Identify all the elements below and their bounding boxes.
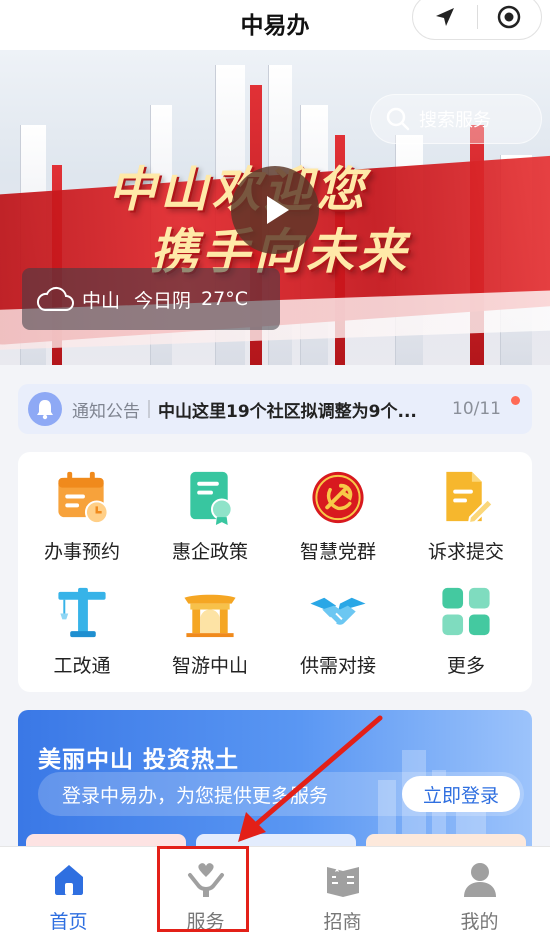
hero-banner[interactable]: 中山欢迎您 携手向未来 搜索服务 中山 今日阴 27°C (0, 50, 550, 365)
pavilion-icon (184, 594, 236, 638)
handshake-icon (310, 597, 366, 625)
notice-date: 10/11 (452, 399, 501, 419)
promo-banner[interactable]: 美丽中山 投资热土 登录中易办，为您提供更多服务 立即登录 (18, 710, 532, 860)
play-icon (267, 196, 289, 224)
annotation-highlight-box (157, 846, 249, 932)
service-label: 更多 (446, 655, 485, 677)
service-label: 工改通 (53, 655, 111, 677)
notice-divider (148, 400, 150, 418)
search-icon (386, 107, 410, 131)
search-service-input[interactable]: 搜索服务 (370, 94, 542, 144)
document-edit-icon (446, 471, 494, 525)
grid-more-icon (442, 587, 490, 636)
cloud-icon (36, 286, 74, 311)
service-label: 供需对接 (299, 655, 376, 677)
promo-title: 美丽中山 投资热土 (38, 747, 240, 773)
weather-city: 中山 (82, 289, 121, 312)
weather-condition: 今日阴 (134, 289, 192, 312)
service-party[interactable]: 智慧党群 (274, 452, 402, 564)
tab-label: 我的 (460, 911, 499, 933)
user-icon (463, 863, 496, 897)
service-label: 惠企政策 (171, 541, 248, 563)
title-bar: 中易办 (0, 0, 550, 50)
certificate-icon (190, 471, 233, 526)
tab-label: 招商 (323, 911, 362, 933)
home-icon (54, 865, 83, 895)
service-label: 办事预约 (43, 541, 120, 563)
login-prompt: 登录中易办，为您提供更多服务 立即登录 (38, 772, 524, 816)
close-target-button[interactable] (478, 0, 542, 39)
service-matching[interactable]: 供需对接 (274, 566, 402, 678)
service-label: 诉求提交 (427, 541, 504, 563)
play-button[interactable] (231, 166, 319, 254)
party-emblem-icon (312, 471, 364, 524)
service-more[interactable]: 更多 (402, 566, 530, 678)
service-construction[interactable]: 工改通 (18, 566, 146, 678)
mini-program-capsule (412, 0, 542, 40)
tab-profile[interactable]: 我的 (411, 847, 548, 934)
service-label: 智游中山 (171, 655, 248, 677)
bottom-tab-bar: 首页 服务 招商 我的 (0, 846, 550, 934)
tab-investment[interactable]: 招商 (274, 847, 411, 934)
tab-home[interactable]: 首页 (0, 847, 137, 934)
book-icon (326, 867, 359, 897)
unread-dot (511, 396, 520, 405)
target-icon (498, 5, 521, 29)
notice-bar[interactable]: 通知公告 中山这里19个社区拟调整为9个... 10/11 (18, 384, 532, 434)
location-button[interactable] (413, 0, 477, 39)
login-prompt-text: 登录中易办，为您提供更多服务 (62, 784, 329, 807)
tab-label: 首页 (49, 911, 88, 933)
weather-widget[interactable]: 中山 今日阴 27°C (22, 268, 280, 330)
service-label: 智慧党群 (299, 541, 376, 563)
search-placeholder: 搜索服务 (419, 110, 491, 131)
login-button[interactable]: 立即登录 (402, 776, 520, 812)
bell-icon (28, 392, 62, 426)
notice-tag: 通知公告 (72, 401, 140, 422)
location-arrow-icon (435, 8, 454, 26)
service-grid: 办事预约 惠企政策 智慧党群 诉求提交 工改通 智游中山 供需对接 更多 (18, 452, 532, 692)
service-complaint[interactable]: 诉求提交 (402, 452, 530, 564)
service-appointment[interactable]: 办事预约 (18, 452, 146, 564)
service-tourism[interactable]: 智游中山 (146, 566, 274, 678)
crane-icon (58, 587, 106, 638)
service-policy[interactable]: 惠企政策 (146, 452, 274, 564)
calendar-icon (58, 471, 109, 525)
weather-temperature: 27°C (201, 288, 248, 310)
notice-message: 中山这里19个社区拟调整为9个... (158, 401, 417, 422)
